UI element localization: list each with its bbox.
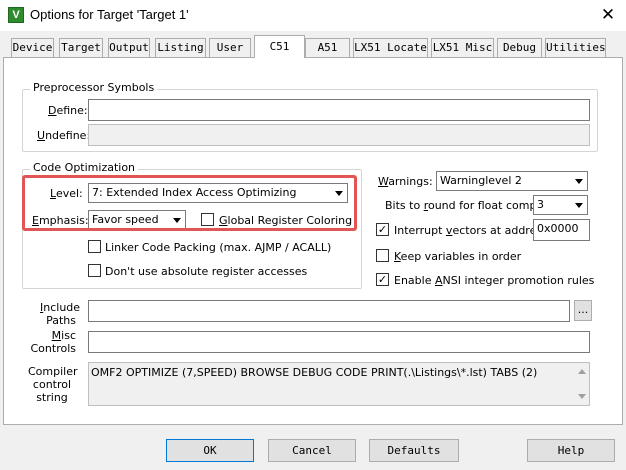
emphasis-label: Emphasis:: [32, 214, 89, 227]
tab-device[interactable]: Device: [11, 38, 54, 57]
misc-controls-label: Misc Controls: [30, 329, 77, 355]
close-icon[interactable]: ✕: [596, 3, 620, 27]
help-button[interactable]: Help: [527, 439, 615, 462]
interrupt-vectors-address-input[interactable]: 0x0000: [533, 219, 590, 241]
tab-c51[interactable]: C51: [254, 35, 305, 58]
compiler-control-label: Compiler control string: [28, 365, 78, 404]
tab-utilities[interactable]: Utilities: [545, 38, 606, 57]
emphasis-select[interactable]: Favor speed: [88, 210, 186, 230]
level-select[interactable]: 7: Extended Index Access Optimizing: [88, 183, 348, 203]
warnings-select[interactable]: Warninglevel 2: [436, 171, 588, 191]
tab-user[interactable]: User: [209, 38, 251, 57]
cancel-button[interactable]: Cancel: [268, 439, 356, 462]
linker-code-packing-checkbox[interactable]: [88, 240, 101, 253]
no-absolute-register-checkbox[interactable]: [88, 264, 101, 277]
preprocessor-group-label: Preprocessor Symbols: [30, 81, 158, 94]
keep-variables-checkbox[interactable]: [376, 249, 389, 262]
compiler-control-text: OMF2 OPTIMIZE (7,SPEED) BROWSE DEBUG COD…: [91, 366, 538, 379]
define-label: Define:: [48, 104, 88, 117]
tab-lx51-misc[interactable]: LX51 Misc: [431, 38, 494, 57]
bits-round-label: Bits to round for float compare:: [385, 199, 558, 212]
chevron-down-icon[interactable]: [571, 173, 586, 189]
interrupt-vectors-checkbox[interactable]: ✓: [376, 223, 389, 236]
chevron-down-icon[interactable]: [331, 185, 346, 201]
bits-round-select-value: 3: [537, 198, 544, 211]
include-paths-browse-button[interactable]: ...: [574, 300, 592, 321]
ansi-promotion-label: Enable ANSI integer promotion rules: [394, 274, 595, 287]
tab-output[interactable]: Output: [108, 38, 150, 57]
defaults-button[interactable]: Defaults: [369, 439, 459, 462]
global-register-coloring-checkbox[interactable]: [201, 213, 214, 226]
window-title: Options for Target 'Target 1': [30, 7, 189, 22]
level-select-value: 7: Extended Index Access Optimizing: [92, 186, 297, 199]
level-label: Level:: [50, 187, 83, 200]
bits-round-select[interactable]: 3: [533, 195, 588, 215]
chevron-down-icon[interactable]: [169, 212, 184, 228]
scroll-up-icon[interactable]: [578, 369, 586, 374]
warnings-label: Warnings:: [378, 175, 433, 188]
ok-button[interactable]: OK: [166, 439, 254, 462]
undefine-input: [88, 124, 590, 146]
code-optimization-group-label: Code Optimization: [30, 161, 139, 174]
misc-controls-input[interactable]: [88, 331, 590, 353]
tab-target[interactable]: Target: [59, 38, 103, 57]
include-paths-input[interactable]: [88, 300, 570, 322]
interrupt-vectors-label: Interrupt vectors at address:: [394, 224, 552, 237]
chevron-down-icon[interactable]: [571, 197, 586, 213]
tab-listing[interactable]: Listing: [155, 38, 206, 57]
include-paths-label: Include Paths: [40, 301, 81, 327]
ansi-promotion-checkbox[interactable]: ✓: [376, 273, 389, 286]
undefine-label: Undefine:: [37, 129, 91, 142]
define-input[interactable]: [88, 99, 590, 121]
tab-a51[interactable]: A51: [305, 38, 350, 57]
linker-code-packing-label: Linker Code Packing (max. AJMP / ACALL): [105, 241, 332, 254]
keep-variables-label: Keep variables in order: [394, 250, 522, 263]
tab-lx51-locate[interactable]: LX51 Locate: [353, 38, 428, 57]
app-icon: V: [8, 7, 24, 23]
compiler-control-textarea[interactable]: OMF2 OPTIMIZE (7,SPEED) BROWSE DEBUG COD…: [88, 362, 590, 406]
tab-debug[interactable]: Debug: [497, 38, 542, 57]
warnings-select-value: Warninglevel 2: [440, 174, 522, 187]
global-register-coloring-label: Global Register Coloring: [219, 214, 353, 227]
no-absolute-register-label: Don't use absolute register accesses: [105, 265, 308, 278]
emphasis-select-value: Favor speed: [92, 213, 159, 226]
scroll-down-icon[interactable]: [578, 394, 586, 399]
